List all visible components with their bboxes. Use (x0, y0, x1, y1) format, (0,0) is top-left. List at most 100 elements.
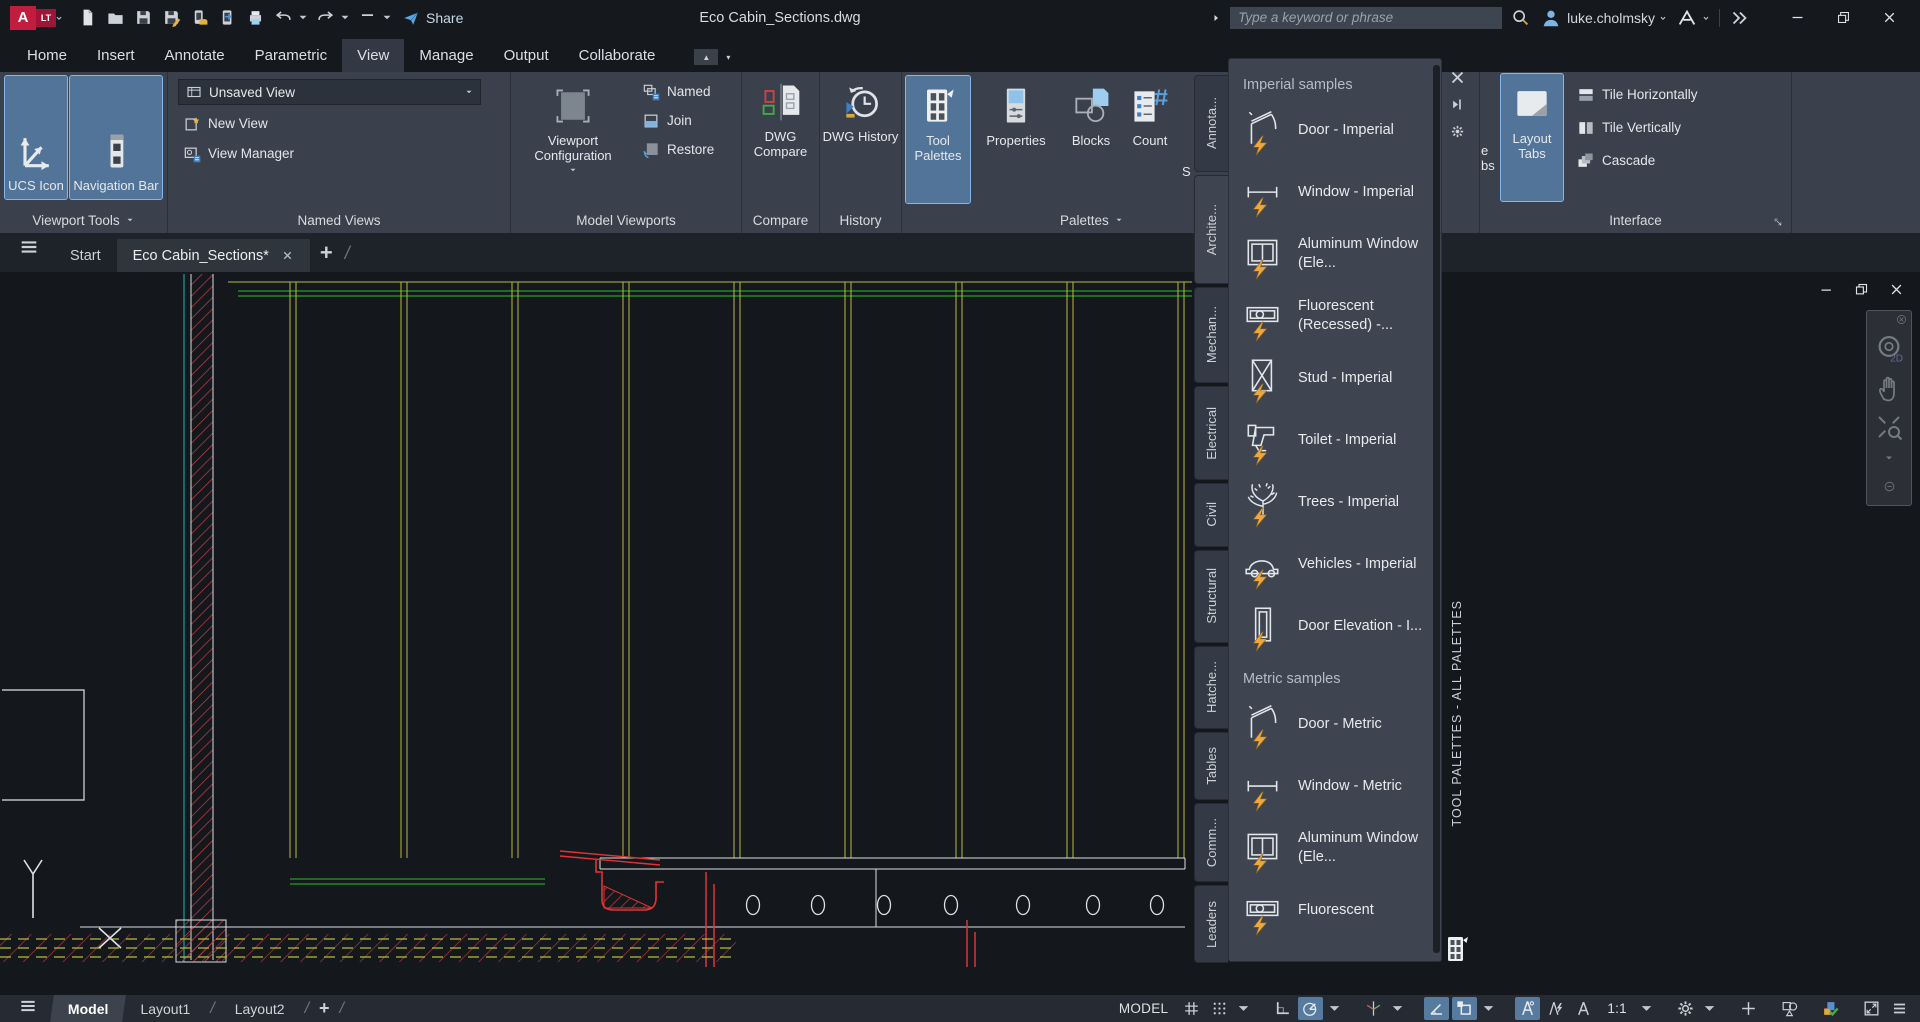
palette-item-vehicles-imperial[interactable]: Vehicles - Imperial (1229, 533, 1441, 595)
qat-customize-button[interactable] (354, 5, 380, 31)
close-tab-icon[interactable] (281, 249, 294, 262)
tab-layout2[interactable]: Layout2 (219, 995, 301, 1022)
new-drawing-button[interactable]: + (320, 240, 333, 266)
close-button[interactable] (1868, 3, 1910, 33)
search-icon[interactable] (1510, 7, 1532, 29)
palette-tab-annota[interactable]: Annota... (1194, 75, 1228, 172)
customization-icon[interactable] (1887, 997, 1912, 1020)
palette-tab-electrical[interactable]: Electrical (1194, 386, 1228, 479)
overflow-chevrons-icon[interactable] (1728, 7, 1750, 29)
search-expand-icon[interactable] (1210, 12, 1222, 24)
palette-tab-structural[interactable]: Structural (1194, 550, 1228, 643)
layout-menu-button[interactable] (18, 996, 38, 1021)
palette-tab-comm[interactable]: Comm... (1194, 803, 1228, 883)
blocks-button[interactable]: Blocks (1062, 76, 1120, 203)
dwg-history-button[interactable]: DWG History (822, 72, 900, 199)
view-dropdown[interactable]: Unsaved View (178, 79, 481, 105)
palette-item-toilet-imperial[interactable]: Toilet - Imperial (1229, 409, 1441, 471)
autodesk-app-menu[interactable] (1676, 7, 1711, 29)
palette-item-stud-imperial[interactable]: Stud - Imperial (1229, 347, 1441, 409)
search-input[interactable] (1230, 7, 1502, 29)
viewport-configuration-button[interactable]: Viewport Configuration (517, 76, 629, 203)
status-plus-icon[interactable] (1736, 997, 1761, 1020)
steering-wheel-2d-icon[interactable]: 2D (1874, 334, 1904, 364)
palette-tab-civil[interactable]: Civil (1194, 483, 1228, 547)
ribbon-tab-parametric[interactable]: Parametric (240, 39, 343, 72)
palette-item-door-imperial[interactable]: Door - Imperial (1229, 99, 1441, 161)
ribbon-tab-collaborate[interactable]: Collaborate (564, 39, 671, 72)
properties-button[interactable]: Properties (972, 76, 1060, 203)
layout-tabs-button[interactable]: Layout Tabs (1501, 74, 1563, 201)
save-to-web-mobile-button[interactable] (186, 5, 212, 31)
workspace-switching-dropdown[interactable] (1701, 997, 1720, 1020)
palette-item-trees-imperial[interactable]: Trees - Imperial (1229, 471, 1441, 533)
palette-tab-hatche[interactable]: Hatche... (1194, 646, 1228, 729)
undo-button[interactable] (270, 5, 296, 31)
drawing-canvas[interactable]: 2D (0, 272, 1920, 995)
workspace-switching-icon[interactable] (1673, 997, 1698, 1020)
isolate-objects-icon[interactable] (1777, 997, 1802, 1020)
graphics-performance-icon[interactable] (1818, 997, 1843, 1020)
palette-item-fluorescent[interactable]: Fluorescent (1229, 879, 1441, 941)
object-snap-dropdown[interactable] (1480, 997, 1499, 1020)
drawing-minimize-icon[interactable] (1819, 282, 1834, 297)
minimize-button[interactable] (1776, 3, 1818, 33)
drawing-restore-icon[interactable] (1854, 282, 1869, 297)
tab-model[interactable]: Model (50, 995, 126, 1022)
new-file-button[interactable] (74, 5, 100, 31)
palette-tab-tables[interactable]: Tables (1194, 732, 1228, 800)
annotation-scale-value-dropdown[interactable] (1638, 997, 1657, 1020)
palette-tab-mechan[interactable]: Mechan... (1194, 287, 1228, 384)
ribbon-tab-home[interactable]: Home (12, 39, 82, 72)
object-snap-icon[interactable] (1452, 997, 1477, 1020)
ribbon-tab-output[interactable]: Output (489, 39, 564, 72)
app-menu-button[interactable]: A LT (10, 6, 64, 30)
viewport-restore-button[interactable]: Restore (637, 137, 718, 162)
palette-properties-icon[interactable] (1450, 124, 1465, 139)
user-account-menu[interactable]: luke.cholmsky (1540, 7, 1668, 29)
palette-grabber-icon[interactable] (1445, 936, 1469, 962)
undo-button-dropdown[interactable] (298, 5, 310, 31)
palette-item-fluorescent-recessed[interactable]: Fluorescent (Recessed) -... (1229, 285, 1441, 347)
zoom-extents-icon[interactable] (1874, 412, 1904, 442)
panel-label-viewport-tools[interactable]: Viewport Tools (0, 207, 167, 233)
count-button[interactable]: Count (1122, 76, 1178, 203)
annotation-visibility-icon[interactable] (1515, 997, 1540, 1020)
ribbon-tab-view[interactable]: View (342, 39, 404, 72)
isometric-drafting-dropdown[interactable] (1389, 997, 1408, 1020)
palette-item-door-metric[interactable]: Door - Metric (1229, 693, 1441, 755)
drawing-close-icon[interactable] (1889, 282, 1904, 297)
model-space-toggle[interactable]: MODEL (1111, 997, 1177, 1020)
dwg-compare-button[interactable]: DWG Compare (744, 72, 818, 199)
redo-button-dropdown[interactable] (340, 5, 352, 31)
tab-start[interactable]: Start (54, 239, 117, 272)
ribbon-tab-insert[interactable]: Insert (82, 39, 150, 72)
annotation-autoscale-icon[interactable] (1543, 997, 1568, 1020)
ribbon-collapse-dropdown[interactable]: ▾ (721, 49, 735, 65)
palette-item-door-elevation-i[interactable]: Door Elevation - I... (1229, 595, 1441, 657)
isometric-drafting-icon[interactable] (1361, 997, 1386, 1020)
navbar-customize-icon[interactable] (1883, 480, 1896, 493)
ortho-mode-icon[interactable] (1270, 997, 1295, 1020)
save-button[interactable] (130, 5, 156, 31)
palette-autohide-icon[interactable] (1450, 97, 1465, 112)
grid-display-icon[interactable] (1179, 997, 1204, 1020)
ucs-icon-toggle[interactable]: UCS Icon (5, 76, 67, 199)
restore-button[interactable] (1822, 3, 1864, 33)
snap-mode-dropdown[interactable] (1235, 997, 1254, 1020)
tool-palettes-button[interactable]: Tool Palettes (906, 76, 970, 203)
clean-screen-icon[interactable] (1859, 997, 1884, 1020)
palette-item-aluminum-window-ele[interactable]: Aluminum Window (Ele... (1229, 817, 1441, 879)
tab-layout1[interactable]: Layout1 (124, 995, 206, 1022)
palette-tab-archite[interactable]: Archite... (1194, 175, 1228, 284)
save-as-button[interactable] (158, 5, 184, 31)
cascade-button[interactable]: Cascade (1572, 148, 1702, 173)
viewport-join-button[interactable]: Join (637, 108, 718, 133)
navigation-bar-toggle[interactable]: Navigation Bar (70, 76, 162, 199)
palette-item-window-imperial[interactable]: Window - Imperial (1229, 161, 1441, 223)
palette-item-window-metric[interactable]: Window - Metric (1229, 755, 1441, 817)
file-tabs-button-clipped[interactable]: ebs (1481, 76, 1498, 199)
palette-scrollbar[interactable] (1433, 65, 1440, 953)
tile-horizontally-button[interactable]: Tile Horizontally (1572, 82, 1702, 107)
navbar-dropdown-icon[interactable] (1883, 452, 1895, 464)
